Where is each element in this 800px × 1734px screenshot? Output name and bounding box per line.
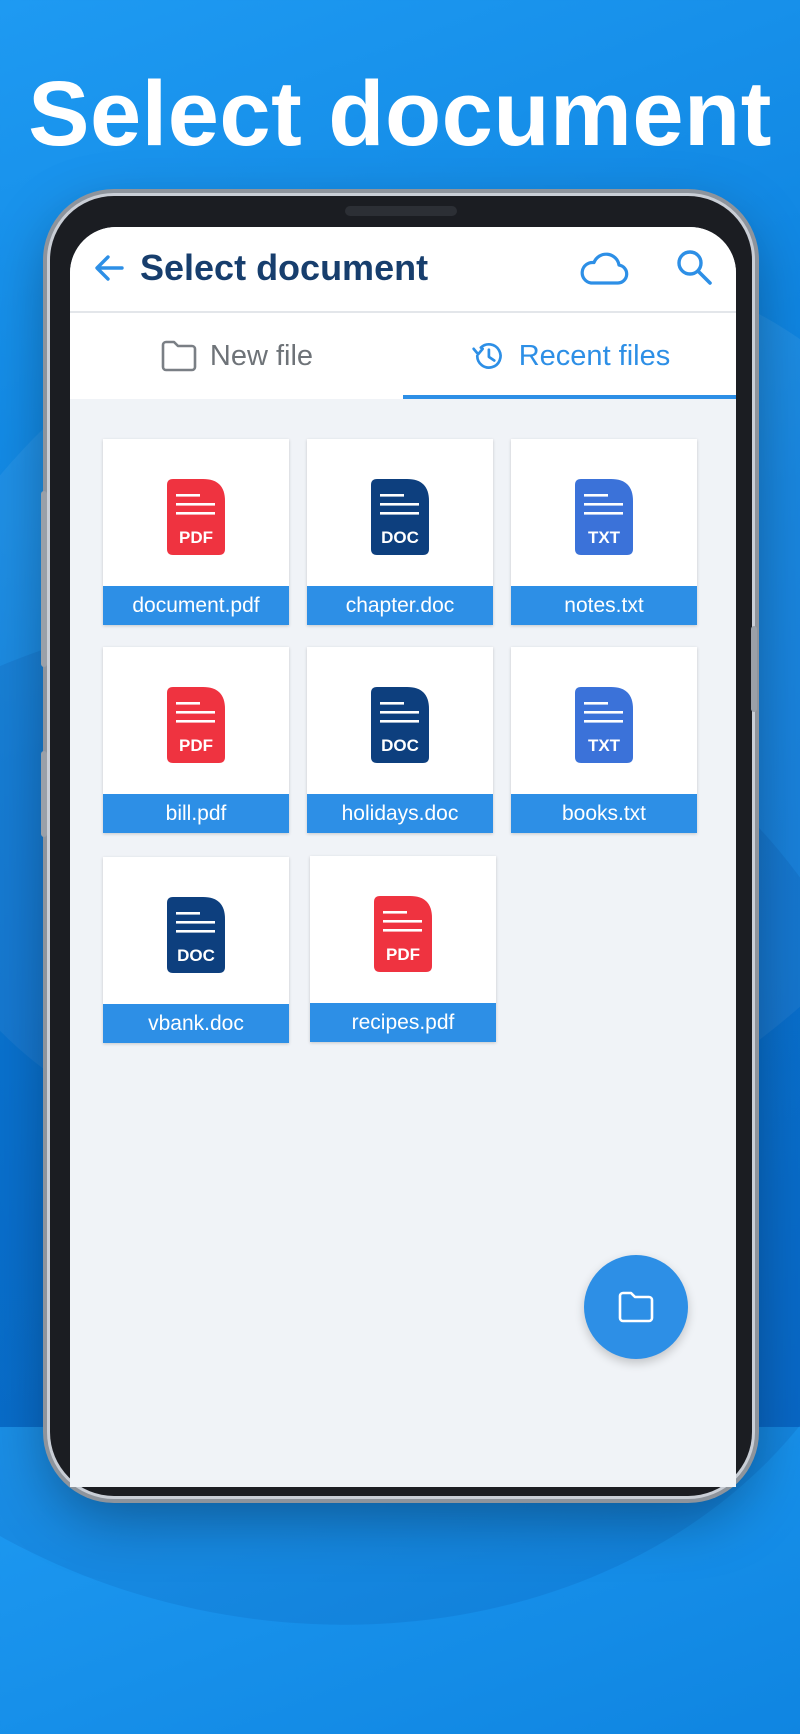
file-card[interactable]: PDF document.pdf bbox=[103, 439, 289, 625]
file-name: document.pdf bbox=[103, 586, 289, 625]
app-screen: Select document New file Recent files PD… bbox=[70, 227, 736, 1487]
file-name: books.txt bbox=[511, 794, 697, 833]
tab-new-file[interactable]: New file bbox=[70, 313, 403, 399]
file-type-label: PDF bbox=[386, 945, 420, 964]
file-type-label: DOC bbox=[177, 946, 215, 965]
phone-speaker bbox=[345, 206, 457, 216]
back-arrow-icon[interactable] bbox=[92, 251, 126, 285]
phone-frame: Select document New file Recent files PD… bbox=[41, 196, 757, 1496]
file-card[interactable]: DOC holidays.doc bbox=[307, 647, 493, 833]
file-type-label: PDF bbox=[179, 528, 213, 547]
doc-file-icon: DOC bbox=[371, 687, 429, 763]
hero-title: Select document bbox=[28, 63, 772, 165]
txt-file-icon: TXT bbox=[575, 479, 633, 555]
file-card[interactable]: PDF recipes.pdf bbox=[310, 856, 496, 1042]
app-bar: Select document bbox=[70, 227, 736, 313]
tab-bar: New file Recent files bbox=[70, 313, 736, 399]
file-card[interactable]: PDF bill.pdf bbox=[103, 647, 289, 833]
file-name: vbank.doc bbox=[103, 1004, 289, 1043]
search-icon[interactable] bbox=[674, 247, 714, 287]
file-type-label: PDF bbox=[179, 736, 213, 755]
doc-file-icon: DOC bbox=[371, 479, 429, 555]
phone-side-button bbox=[41, 751, 47, 837]
tab-recent-files[interactable]: Recent files bbox=[403, 313, 736, 399]
file-name: holidays.doc bbox=[307, 794, 493, 833]
active-tab-indicator bbox=[403, 395, 736, 399]
folder-outline-icon bbox=[161, 340, 197, 372]
open-folder-button[interactable] bbox=[584, 1255, 688, 1359]
page-title: Select document bbox=[140, 247, 429, 288]
pdf-file-icon: PDF bbox=[374, 896, 432, 972]
folder-icon bbox=[618, 1291, 654, 1323]
file-name: bill.pdf bbox=[103, 794, 289, 833]
file-name: recipes.pdf bbox=[310, 1003, 496, 1042]
pdf-file-icon: PDF bbox=[167, 479, 225, 555]
cloud-icon[interactable] bbox=[578, 249, 630, 289]
txt-file-icon: TXT bbox=[575, 687, 633, 763]
tab-label: New file bbox=[209, 339, 314, 372]
file-type-label: DOC bbox=[381, 736, 419, 755]
file-card[interactable]: TXT books.txt bbox=[511, 647, 697, 833]
file-name: chapter.doc bbox=[307, 586, 493, 625]
file-name: notes.txt bbox=[511, 586, 697, 625]
file-type-label: DOC bbox=[381, 528, 419, 547]
history-icon bbox=[472, 343, 502, 369]
file-card[interactable]: TXT notes.txt bbox=[511, 439, 697, 625]
pdf-file-icon: PDF bbox=[167, 687, 225, 763]
phone-side-button bbox=[41, 491, 47, 667]
tab-label: Recent files bbox=[518, 339, 671, 372]
file-card[interactable]: DOC chapter.doc bbox=[307, 439, 493, 625]
file-type-label: TXT bbox=[588, 528, 621, 547]
file-type-label: TXT bbox=[588, 736, 621, 755]
phone-side-button bbox=[751, 626, 757, 712]
doc-file-icon: DOC bbox=[167, 897, 225, 973]
file-card[interactable]: DOC vbank.doc bbox=[103, 857, 289, 1043]
